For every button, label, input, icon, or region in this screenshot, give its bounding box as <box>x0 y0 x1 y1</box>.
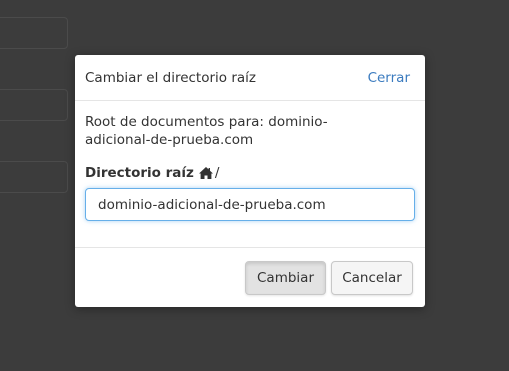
document-root-label: Directorio raíz / <box>85 164 415 182</box>
close-link[interactable]: Cerrar <box>368 70 410 86</box>
dialog-body: Root de documentos para: dominio-adicion… <box>85 113 415 221</box>
cancel-button[interactable]: Cancelar <box>331 261 413 295</box>
background-field <box>0 89 68 121</box>
change-docroot-dialog: Cambiar el directorio raíz Cerrar Root d… <box>75 55 425 307</box>
background-field <box>0 17 68 49</box>
dialog-title: Cambiar el directorio raíz <box>85 70 256 86</box>
change-button[interactable]: Cambiar <box>245 261 326 295</box>
document-root-input[interactable] <box>85 188 415 221</box>
field-label-text: Directorio raíz <box>85 165 194 181</box>
dialog-footer: Cambiar Cancelar <box>75 247 425 307</box>
path-separator: / <box>214 165 220 181</box>
background-field <box>0 161 68 193</box>
home-icon <box>198 166 214 180</box>
dialog-header: Cambiar el directorio raíz Cerrar <box>75 55 425 101</box>
document-root-description: Root de documentos para: dominio-adicion… <box>85 114 328 148</box>
